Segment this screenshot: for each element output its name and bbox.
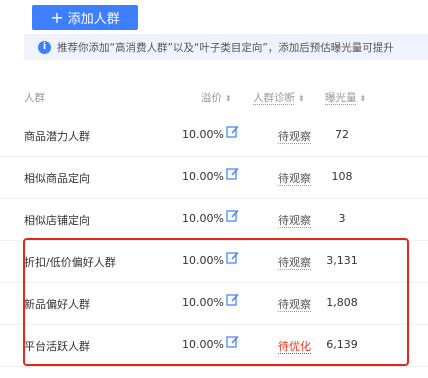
diagnosis-status[interactable]: 待观察 (278, 128, 311, 144)
diagnosis-status[interactable]: 待观察 (278, 212, 311, 228)
premium-header-label: 溢价 (201, 92, 222, 104)
table-header: 人群 溢价 ⬍ 人群诊断 ⬍ 曝光量 ⬍ (0, 78, 428, 114)
sort-icon[interactable]: ⬍ (298, 94, 305, 103)
premium-value: 10.00% (182, 254, 224, 267)
plus-icon: + (50, 7, 64, 27)
edit-icon[interactable] (226, 251, 239, 264)
crowd-name: 平台活跃人群 (24, 340, 90, 353)
premium-value: 10.00% (182, 128, 224, 141)
table-row: 相似商品定向 10.00% 待观察 108 (0, 156, 428, 199)
edit-icon[interactable] (226, 125, 239, 138)
table-row: 平台活跃人群 10.00% 待优化 6,139 (0, 324, 428, 367)
table-row: 商品潜力人群 10.00% 待观察 72 (0, 114, 428, 157)
diagnosis-status[interactable]: 待优化 (278, 338, 311, 354)
edit-icon[interactable] (226, 209, 239, 222)
crowd-name: 相似商品定向 (24, 172, 90, 185)
exposure-value: 108 (331, 170, 353, 183)
recommendation-notice: i 推荐你添加“高消费人群”以及“叶子类目定向”，添加后预估曝光量可提升 (24, 34, 428, 60)
diagnosis-header-label: 人群诊断 (253, 92, 295, 104)
sort-icon[interactable]: ⬍ (225, 94, 232, 103)
edit-icon[interactable] (226, 167, 239, 180)
add-crowd-label: 添加人群 (67, 12, 120, 27)
crowd-name: 商品潜力人群 (24, 130, 90, 143)
crowd-name: 新品偏好人群 (24, 298, 90, 311)
premium-value: 10.00% (182, 212, 224, 225)
premium-value: 10.00% (182, 170, 224, 183)
edit-icon[interactable] (226, 335, 239, 348)
edit-icon[interactable] (226, 293, 239, 306)
diagnosis-status[interactable]: 待观察 (278, 296, 311, 312)
column-header-crowd: 人群 (24, 92, 45, 104)
crowd-name: 相似店铺定向 (24, 214, 90, 227)
column-header-diagnosis[interactable]: 人群诊断 ⬍ (253, 90, 305, 105)
column-header-premium[interactable]: 溢价 ⬍ (201, 90, 232, 105)
sort-icon[interactable]: ⬍ (360, 94, 367, 103)
exposure-value: 3 (338, 212, 346, 225)
column-header-exposure[interactable]: 曝光量 ⬍ (325, 90, 366, 105)
info-icon: i (38, 40, 51, 54)
exposure-value: 72 (335, 128, 349, 141)
table-row: 相似店铺定向 10.00% 待观察 3 (0, 198, 428, 241)
table-row: 折扣/低价偏好人群 10.00% 待观察 3,131 (0, 240, 428, 283)
premium-value: 10.00% (182, 296, 224, 309)
premium-value: 10.00% (182, 338, 224, 351)
notice-text: 推荐你添加“高消费人群”以及“叶子类目定向”，添加后预估曝光量可提升 (57, 41, 394, 54)
exposure-value: 1,808 (326, 296, 358, 309)
table-row: 新品偏好人群 10.00% 待观察 1,808 (0, 282, 428, 325)
add-crowd-button[interactable]: + 添加人群 (32, 5, 138, 30)
crowd-name: 折扣/低价偏好人群 (24, 256, 116, 269)
diagnosis-status[interactable]: 待观察 (278, 254, 311, 270)
exposure-value: 3,131 (326, 254, 358, 267)
exposure-value: 6,139 (326, 338, 358, 351)
diagnosis-status[interactable]: 待观察 (278, 170, 311, 186)
exposure-header-label: 曝光量 (325, 92, 357, 104)
